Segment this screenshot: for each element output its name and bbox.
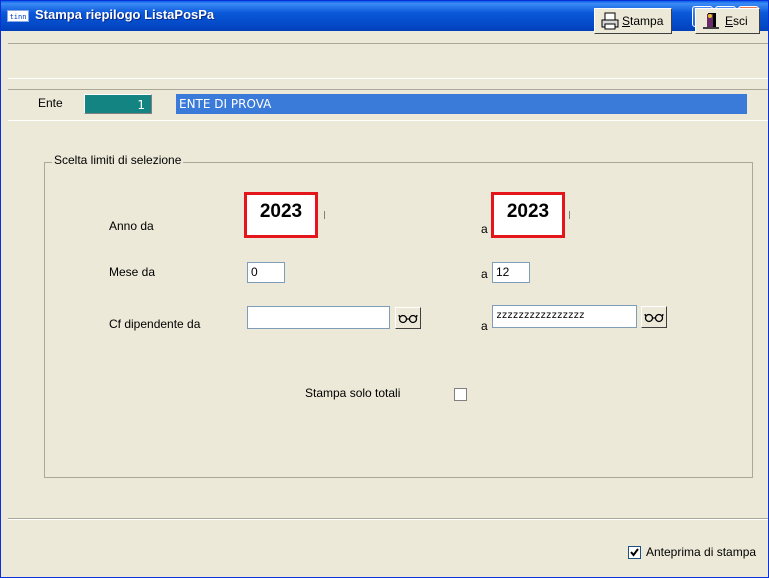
year-to-label: a [481, 222, 488, 236]
print-preview-checkbox[interactable] [628, 546, 641, 559]
month-from-label: Mese da [109, 265, 156, 279]
glasses-icon [644, 313, 664, 323]
checkmark-icon [630, 548, 639, 557]
ente-label: Ente [38, 96, 63, 110]
month-to-field[interactable]: 12 [492, 262, 530, 283]
window-title: Stampa riepilogo ListaPosPa [35, 7, 215, 22]
only-totals-checkbox[interactable] [454, 388, 467, 401]
footer-separator [8, 518, 768, 520]
window: tinn Stampa riepilogo ListaPosPa Stampa … [0, 0, 769, 578]
cf-from-search-button[interactable] [395, 307, 421, 329]
selection-group-title: Scelta limiti di selezione [52, 153, 184, 167]
cf-from-field[interactable] [247, 306, 390, 329]
year-from-spin-mark [324, 211, 325, 219]
year-from-field[interactable]: 2023 [244, 192, 318, 238]
cf-to-field[interactable]: zzzzzzzzzzzzzzzz [492, 305, 637, 328]
glasses-icon [398, 314, 418, 324]
cf-from-label: Cf dipendente da [109, 317, 201, 331]
print-button[interactable]: Stampa [594, 8, 672, 34]
ente-code-field[interactable]: 1 [84, 94, 152, 114]
exit-label: Esci [725, 14, 748, 28]
app-icon: tinn [7, 10, 29, 22]
year-from-label: Anno da [109, 219, 154, 233]
year-to-spin-mark [569, 211, 570, 219]
exit-button[interactable]: Esci [695, 8, 760, 34]
print-label: Stampa [622, 14, 664, 28]
toolbar [8, 43, 768, 79]
ente-name-field: ENTE DI PROVA [176, 94, 747, 114]
year-to-field[interactable]: 2023 [491, 192, 565, 238]
cf-to-label: a [481, 319, 488, 333]
only-totals-label: Stampa solo totali [305, 386, 401, 400]
cf-to-search-button[interactable] [641, 306, 667, 328]
printer-icon [601, 12, 619, 30]
month-from-field[interactable]: 0 [247, 262, 285, 283]
exit-door-icon [703, 13, 719, 29]
month-to-label: a [481, 267, 488, 281]
print-preview-label: Anteprima di stampa [646, 545, 757, 559]
